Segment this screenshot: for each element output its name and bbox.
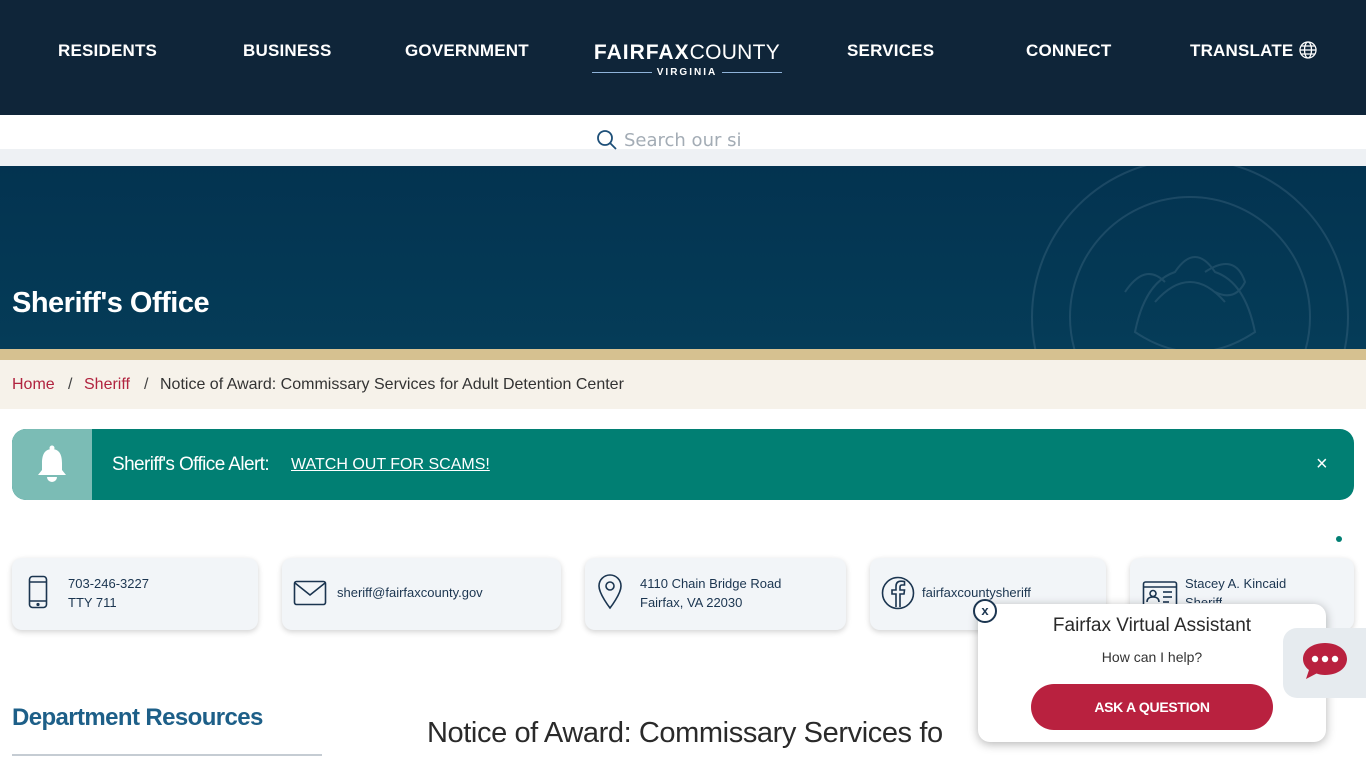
department-resources-title: Department Resources (12, 704, 263, 731)
gold-divider (0, 349, 1366, 360)
map-pin-icon (598, 574, 622, 610)
logo-wordmark: FAIRFAXCOUNTY (590, 40, 784, 66)
chat-launcher-button[interactable] (1283, 628, 1366, 698)
logo-virginia: VIRGINIA (656, 67, 718, 78)
contact-facebook: fairfaxcountysheriff (922, 585, 1031, 600)
breadcrumb-home[interactable]: Home (12, 375, 55, 395)
nav-translate-label: TRANSLATE (1190, 41, 1294, 60)
breadcrumb-current: Notice of Award: Commissary Services for… (160, 376, 624, 393)
breadcrumb-separator: / (68, 376, 73, 393)
assistant-subtitle: How can I help? (1101, 649, 1203, 665)
contact-tty: TTY 711 (68, 595, 117, 610)
ask-question-button[interactable]: ASK A QUESTION (1031, 684, 1273, 730)
county-seal-watermark (1031, 166, 1349, 349)
nav-residents[interactable]: RESIDENTS (58, 40, 157, 62)
contact-card-email[interactable]: sheriff@fairfaxcounty.gov (282, 558, 561, 630)
envelope-icon (293, 580, 327, 606)
assistant-title: Fairfax Virtual Assistant (1052, 615, 1252, 636)
breadcrumb-sheriff[interactable]: Sheriff (84, 375, 130, 395)
chat-bubble-icon (1303, 643, 1347, 679)
nav-translate[interactable]: TRANSLATE (1190, 40, 1318, 62)
carousel-dot[interactable] (1336, 536, 1342, 542)
nav-services[interactable]: SERVICES (847, 40, 934, 62)
sheriff-name: Stacey A. Kincaid (1185, 576, 1287, 591)
top-navigation: RESIDENTS BUSINESS GOVERNMENT FAIRFAXCOU… (0, 0, 1366, 115)
logo-county: COUNTY (689, 41, 781, 64)
assistant-close-icon[interactable]: x (973, 599, 997, 623)
contact-address-line1: 4110 Chain Bridge Road (640, 576, 782, 591)
sheriff-title: Sheriff (1185, 595, 1223, 603)
logo-subline: VIRGINIA (590, 67, 784, 79)
alert-icon-box (12, 429, 92, 500)
contact-card-phone[interactable]: 703-246-3227 TTY 711 (12, 558, 258, 630)
nav-connect[interactable]: CONNECT (1026, 40, 1111, 62)
sheriff-alert-banner: Sheriff's Office Alert: WATCH OUT FOR SC… (12, 429, 1354, 500)
hero-banner: Sheriff's Office (0, 166, 1366, 349)
logo-fairfax: FAIRFAX (593, 41, 690, 64)
nav-business[interactable]: BUSINESS (243, 40, 332, 62)
contact-address-line2: Fairfax, VA 22030 (640, 595, 743, 610)
alert-title: Sheriff's Office Alert: (112, 454, 270, 475)
alert-scams-link[interactable]: WATCH OUT FOR SCAMS! (291, 455, 490, 475)
logo-line-right (722, 72, 782, 73)
contact-card-address[interactable]: 4110 Chain Bridge Road Fairfax, VA 22030 (585, 558, 846, 630)
globe-icon (1299, 41, 1318, 59)
alert-close-icon[interactable]: × (1316, 453, 1328, 475)
virtual-assistant-popup: Fairfax Virtual Assistant How can I help… (978, 604, 1326, 742)
mobile-phone-icon (28, 575, 48, 609)
fairfax-county-logo[interactable]: FAIRFAXCOUNTY VIRGINIA (590, 40, 784, 80)
breadcrumb: Home / Sheriff / Notice of Award: Commis… (0, 360, 1366, 409)
contact-email: sheriff@fairfaxcounty.gov (337, 585, 483, 600)
bell-icon (38, 445, 66, 482)
search-icon[interactable] (596, 129, 618, 151)
nav-government[interactable]: GOVERNMENT (405, 40, 529, 62)
page-title: Sheriff's Office (12, 287, 210, 319)
facebook-icon (881, 576, 915, 610)
notice-heading: Notice of Award: Commissary Services fo (427, 717, 943, 749)
department-resources-divider (12, 754, 322, 756)
search-input[interactable] (624, 128, 746, 152)
contact-phone: 703-246-3227 (68, 576, 149, 591)
breadcrumb-separator: / (144, 376, 149, 393)
